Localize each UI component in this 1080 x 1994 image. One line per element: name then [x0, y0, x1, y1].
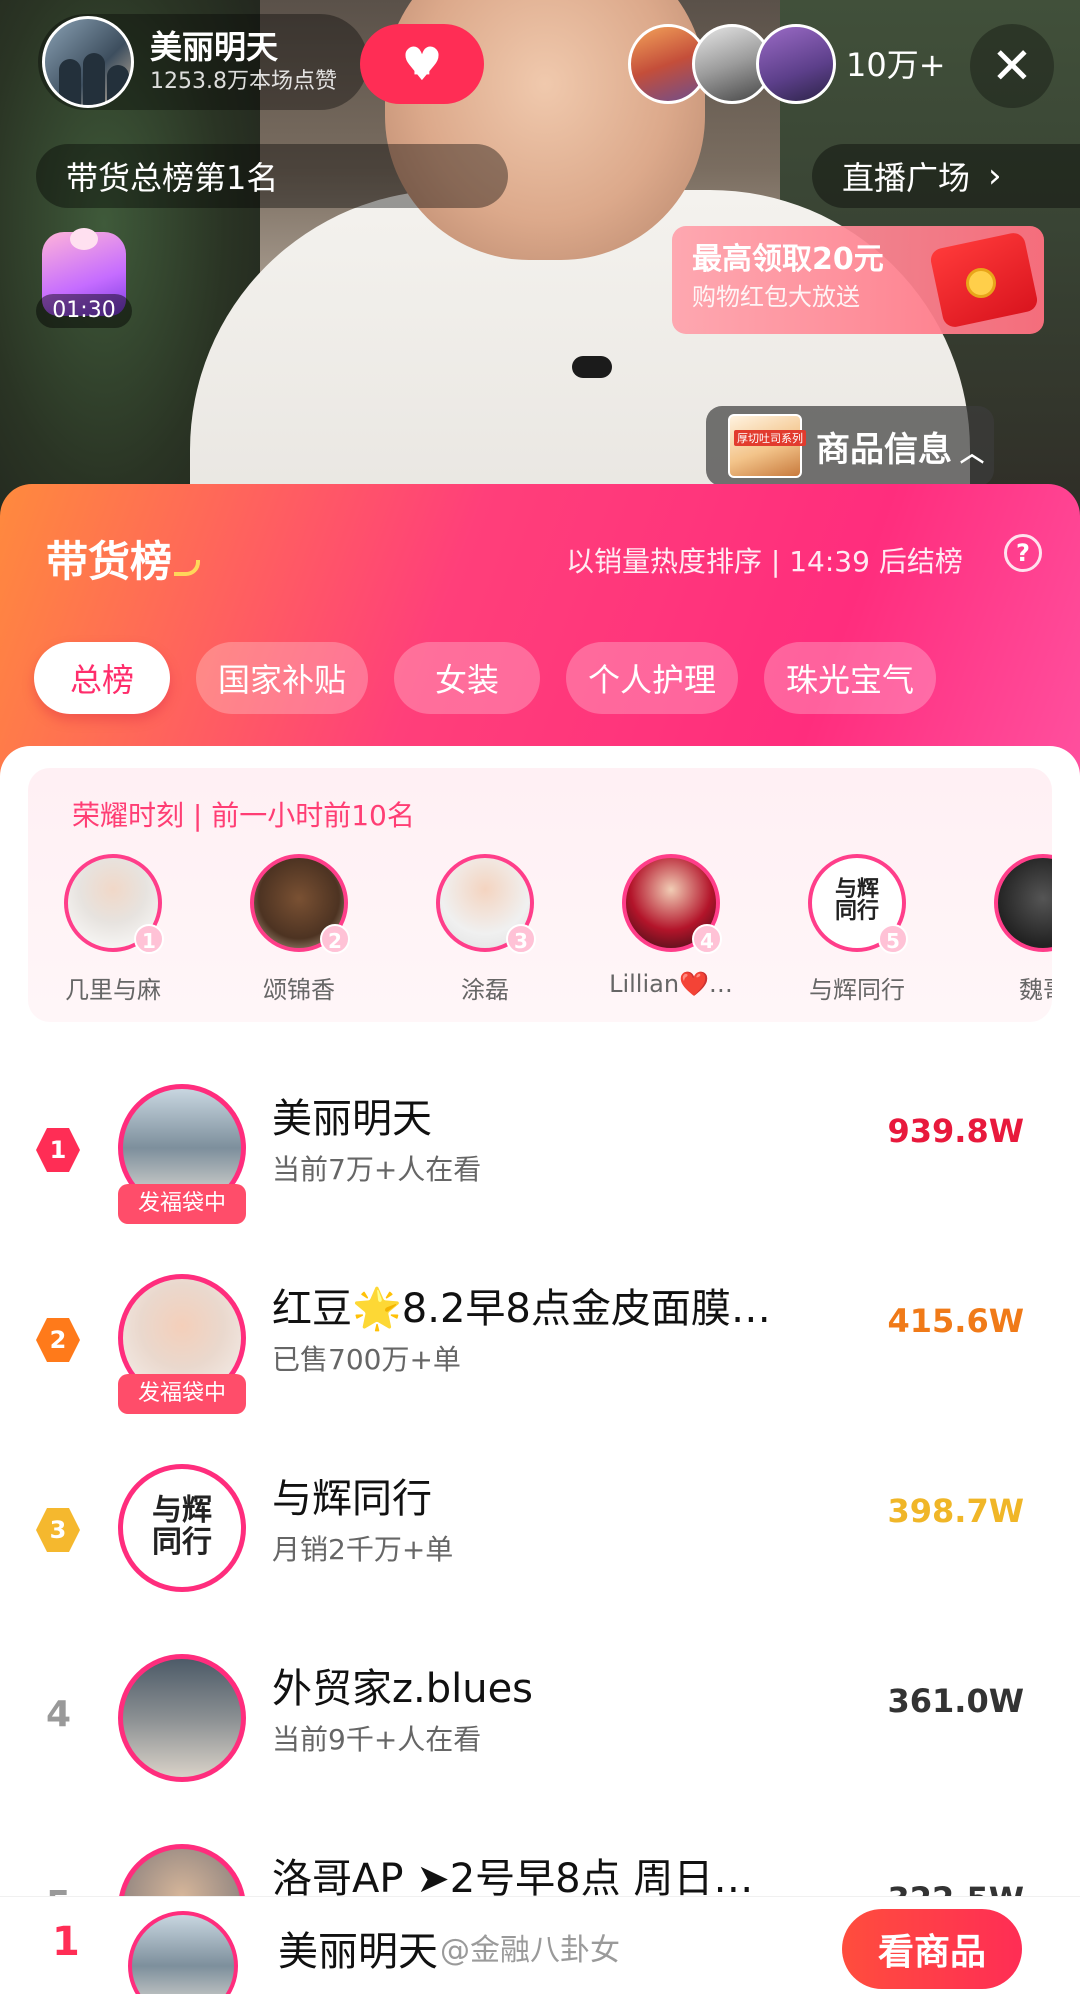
- honor-title: 荣耀时刻 | 前一小时前10名: [72, 799, 415, 832]
- lucky-bag[interactable]: 01:30: [36, 228, 132, 338]
- honor-rank: 3: [506, 924, 536, 954]
- honor-rank: 2: [320, 924, 350, 954]
- current-host-bar[interactable]: 1 美丽明天 @金融八卦女 看商品: [0, 1896, 1080, 1994]
- viewer-count[interactable]: 10万+: [846, 40, 946, 86]
- current-host-name: 美丽明天: [278, 1929, 438, 1975]
- host-avatar[interactable]: [42, 16, 134, 108]
- rank-badge[interactable]: 带货总榜第1名: [36, 144, 508, 208]
- row-subtitle: 当前9千+人在看: [272, 1723, 482, 1756]
- sheet-subtitle: 以销量热度排序 | 14:39 后结榜: [566, 545, 963, 578]
- honor-rank: 4: [692, 924, 722, 954]
- honor-avatar[interactable]: [994, 854, 1052, 952]
- yuhui-logo: 与辉 同行: [152, 1493, 212, 1560]
- watermark: @金融八卦女: [440, 1933, 620, 1968]
- swoosh-icon: [174, 560, 201, 576]
- ranking-row[interactable]: 4 外贸家z.blues 当前9千+人在看 361.0W: [0, 1634, 1080, 1824]
- current-host-avatar[interactable]: [128, 1911, 238, 1994]
- close-icon: ✕: [991, 37, 1033, 95]
- row-avatar[interactable]: 与辉 同行: [118, 1464, 246, 1592]
- honor-avatar[interactable]: 3: [436, 854, 536, 954]
- lucky-bag-timer: 01:30: [36, 294, 132, 328]
- honor-item[interactable]: 魏哥: [968, 854, 1052, 1005]
- rank-2-badge: 2: [36, 1318, 80, 1362]
- rank-1-badge: 1: [36, 1128, 80, 1172]
- honor-avatar[interactable]: 2: [250, 854, 350, 954]
- tab-womens-clothing[interactable]: 女装: [394, 642, 540, 714]
- ranking-row[interactable]: 2 发福袋中 红豆🌟8.2早8点金皮面膜… 已售700万+单 415.6W: [0, 1254, 1080, 1444]
- honor-avatar[interactable]: 1: [64, 854, 164, 954]
- host-likes: 1253.8万本场点赞: [150, 69, 337, 94]
- row-value: 398.7W: [887, 1492, 1024, 1530]
- close-button[interactable]: ✕: [970, 24, 1054, 108]
- row-value: 415.6W: [887, 1302, 1024, 1340]
- coin-icon: [966, 268, 996, 298]
- honor-name: 几里与麻: [65, 976, 161, 1004]
- goods-thumb-tag: 厚切吐司系列: [734, 430, 806, 446]
- tab-personal-care[interactable]: 个人护理: [566, 642, 738, 714]
- ranking-row[interactable]: 3 与辉 同行 与辉同行 月销2千万+单 398.7W: [0, 1444, 1080, 1634]
- red-packet-banner[interactable]: 最高领取20元 购物红包大放送: [672, 226, 1044, 334]
- honor-name: 颂锦香: [263, 976, 335, 1004]
- view-goods-button[interactable]: 看商品: [842, 1909, 1022, 1989]
- honor-name: 涂磊: [461, 976, 509, 1004]
- row-subtitle: 已售700万+单: [272, 1343, 461, 1376]
- lapel-mic: [572, 356, 612, 378]
- lucky-bag-tag: 发福袋中: [118, 1374, 246, 1414]
- sheet-title: 带货榜: [46, 528, 201, 589]
- live-plaza-button[interactable]: 直播广场 ›: [812, 144, 1080, 208]
- honor-item[interactable]: 与辉 同行 5 与辉同行: [782, 854, 932, 1005]
- chevron-right-icon: ›: [988, 156, 1002, 196]
- honor-item[interactable]: 1 几里与麻: [38, 854, 188, 1005]
- lucky-bag-tag: 发福袋中: [118, 1184, 246, 1224]
- row-name: 外贸家z.blues: [272, 1666, 534, 1712]
- row-name: 红豆🌟8.2早8点金皮面膜…: [272, 1286, 771, 1332]
- ranking-row[interactable]: 1 发福袋中 美丽明天 当前7万+人在看 939.8W: [0, 1064, 1080, 1254]
- honor-item[interactable]: 3 涂磊: [410, 854, 560, 1005]
- honor-item[interactable]: 2 颂锦香: [224, 854, 374, 1005]
- rank-3-badge: 3: [36, 1508, 80, 1552]
- row-name: 与辉同行: [272, 1476, 432, 1522]
- row-value: 361.0W: [887, 1682, 1024, 1720]
- row-subtitle: 月销2千万+单: [272, 1533, 454, 1566]
- goods-info-label: 商品信息: [816, 429, 952, 470]
- ranking-list: 荣耀时刻 | 前一小时前10名 1 几里与麻 2 颂锦香 3 涂磊 4 Lill…: [0, 746, 1080, 1994]
- host-name: 美丽明天: [150, 28, 279, 66]
- honor-name: 魏哥: [1019, 976, 1052, 1004]
- viewer-avatars[interactable]: [628, 24, 836, 104]
- like-button[interactable]: ♥ 2: [360, 24, 484, 104]
- live-plaza-label: 直播广场: [842, 159, 971, 197]
- current-rank: 1: [52, 1919, 80, 1965]
- sheet-title-text: 带货榜: [46, 537, 173, 586]
- honor-avatar[interactable]: 与辉 同行 5: [808, 854, 908, 954]
- help-icon[interactable]: ?: [1004, 534, 1042, 572]
- rank-number: 4: [46, 1694, 72, 1735]
- viewer-avatar[interactable]: [756, 24, 836, 104]
- honor-item[interactable]: 4 Lillian❤️…: [596, 854, 746, 998]
- tab-jewelry[interactable]: 珠光宝气: [764, 642, 936, 714]
- honor-rank: 5: [878, 924, 908, 954]
- honor-avatar[interactable]: 4: [622, 854, 722, 954]
- row-name: 美丽明天: [272, 1096, 432, 1142]
- sales-ranking-sheet: 带货榜 以销量热度排序 | 14:39 后结榜 ? 总榜 国家补贴 女装 个人护…: [0, 484, 1080, 1994]
- row-avatar[interactable]: [118, 1654, 246, 1782]
- row-subtitle: 当前7万+人在看: [272, 1153, 482, 1186]
- honor-name: Lillian❤️…: [609, 970, 733, 998]
- gift-bow-icon: [70, 228, 98, 250]
- yuhui-logo: 与辉 同行: [834, 876, 879, 924]
- chevron-up-icon: ︿: [960, 438, 984, 467]
- honor-name: 与辉同行: [809, 976, 905, 1004]
- category-tabs: 总榜 国家补贴 女装 个人护理 珠光宝气: [34, 642, 962, 716]
- host-info[interactable]: 美丽明天 1253.8万本场点赞: [38, 14, 368, 110]
- like-count: 2: [412, 47, 432, 81]
- goods-thumbnail: 厚切吐司系列: [728, 414, 806, 478]
- goods-info-button[interactable]: 厚切吐司系列 商品信息 ︿: [706, 406, 994, 486]
- tab-national-subsidy[interactable]: 国家补贴: [196, 642, 368, 714]
- honor-rank: 1: [134, 924, 164, 954]
- row-value: 939.8W: [887, 1112, 1024, 1150]
- honor-moment: 荣耀时刻 | 前一小时前10名 1 几里与麻 2 颂锦香 3 涂磊 4 Lill…: [28, 768, 1052, 1022]
- tab-overall[interactable]: 总榜: [34, 642, 170, 714]
